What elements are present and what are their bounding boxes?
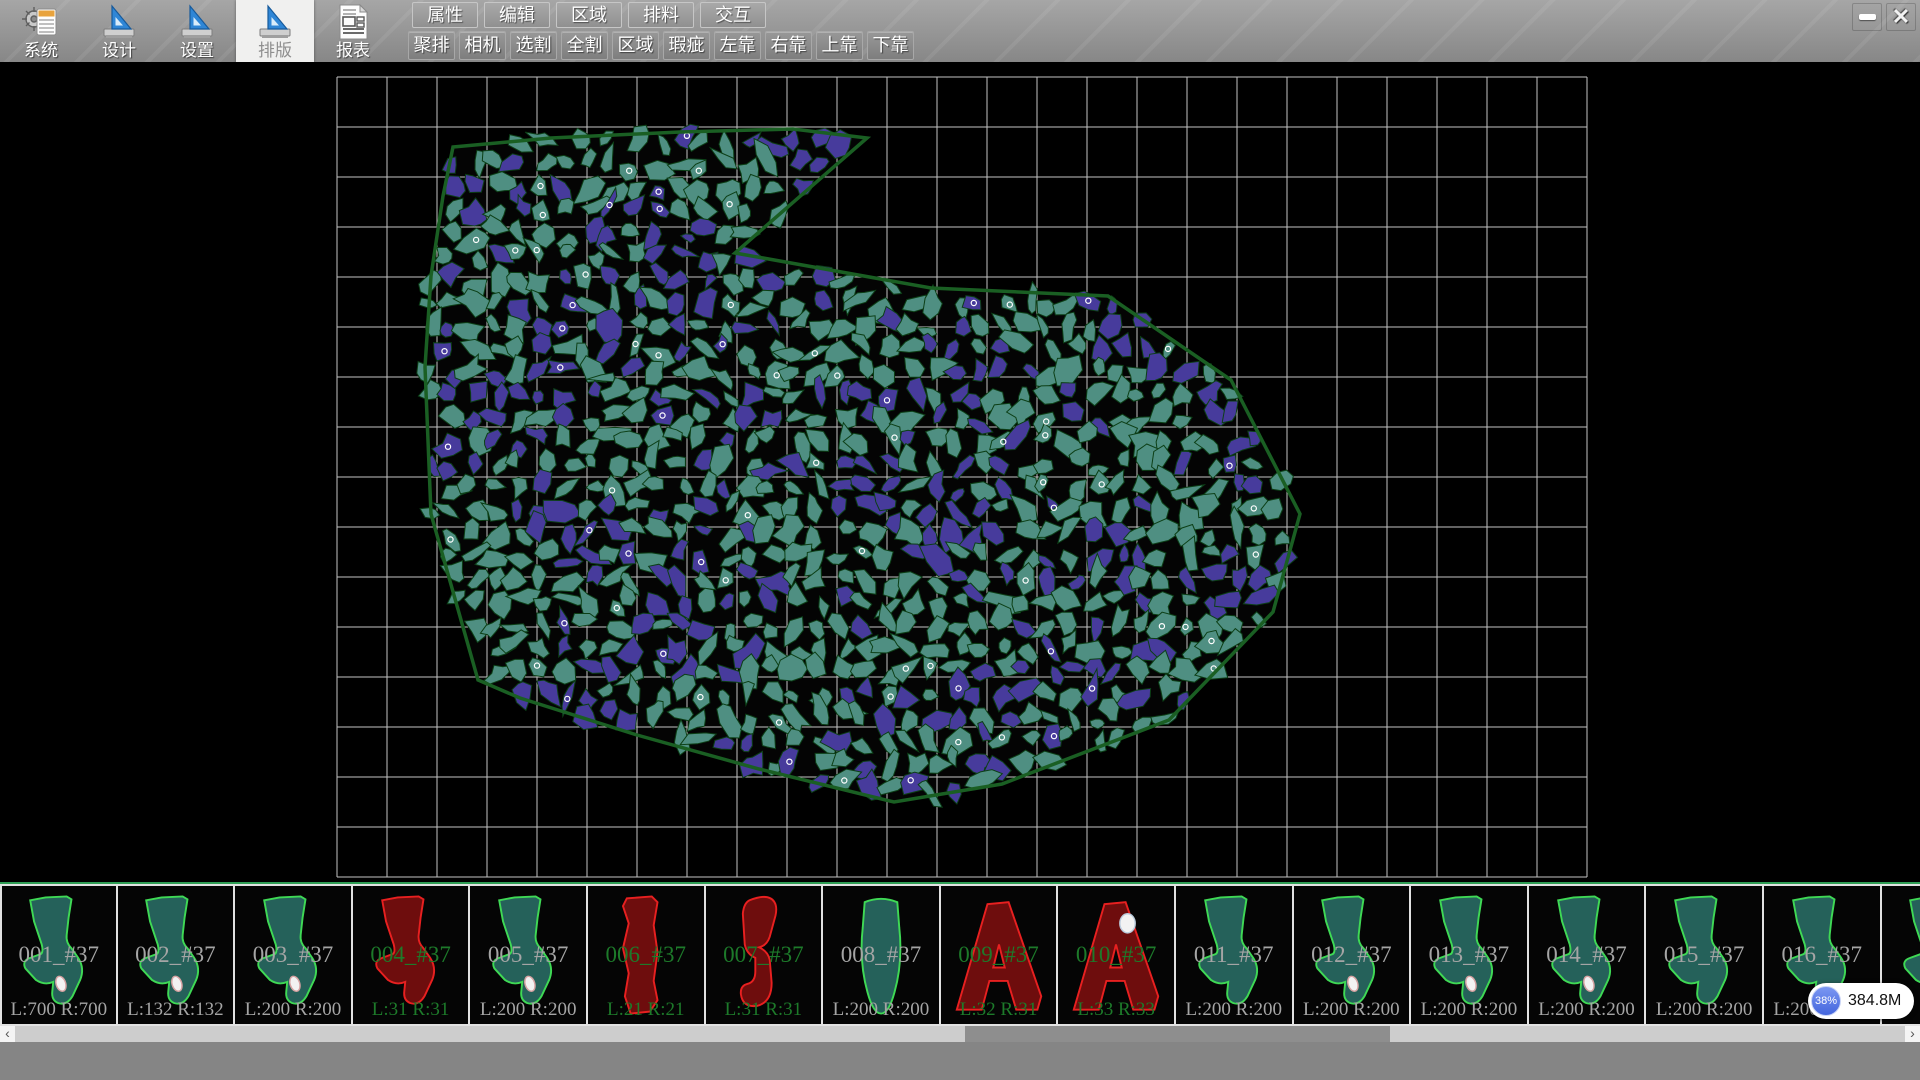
tool-button-row: 聚排相机选割全割区域瑕疵左靠右靠上靠下靠 bbox=[408, 31, 914, 60]
piece-id-label: 007_#37 bbox=[706, 942, 822, 968]
tool-button-9[interactable]: 上靠 bbox=[816, 31, 863, 60]
piece-thumbnail-001_#37[interactable]: 001_#37 L:700 R:700 bbox=[0, 886, 118, 1024]
scroll-left-arrow[interactable]: ‹ bbox=[0, 1026, 15, 1042]
application-window: 系统设计设置排版报表 属性编辑区域排料交互 聚排相机选割全割区域瑕疵左靠右靠上靠… bbox=[0, 0, 1920, 1080]
tool-button-5[interactable]: 区域 bbox=[612, 31, 659, 60]
app-button-label: 设计 bbox=[102, 42, 136, 60]
menu-item-3[interactable]: 区域 bbox=[556, 2, 622, 28]
app-button-label: 设置 bbox=[180, 42, 214, 60]
app-button-report[interactable]: 报表 bbox=[314, 0, 392, 62]
app-button-system[interactable]: 系统 bbox=[2, 0, 80, 62]
piece-thumbnail-008_#37[interactable]: 008_#37 L:200 R:200 bbox=[823, 886, 941, 1024]
minimize-button[interactable] bbox=[1852, 3, 1882, 31]
system-gear-icon bbox=[21, 2, 61, 42]
close-icon: ✕ bbox=[1892, 4, 1910, 30]
piece-thumbnail-010_#37[interactable]: 010_#37 L:33 R:33 bbox=[1058, 886, 1176, 1024]
horizontal-scrollbar[interactable]: ‹ › bbox=[0, 1026, 1920, 1042]
nesting-canvas[interactable] bbox=[0, 62, 1920, 882]
piece-thumbnail-005_#37[interactable]: 005_#37 L:200 R:200 bbox=[470, 886, 588, 1024]
piece-thumbnail-002_#37[interactable]: 002_#37 L:132 R:132 bbox=[118, 886, 236, 1024]
app-button-label: 报表 bbox=[336, 42, 370, 60]
piece-count-label: L:200 R:200 bbox=[470, 999, 586, 1021]
piece-thumbnail-013_#37[interactable]: 013_#37 L:200 R:200 bbox=[1411, 886, 1529, 1024]
piece-thumbnail-003_#37[interactable]: 003_#37 L:200 R:200 bbox=[235, 886, 353, 1024]
set-square-icon bbox=[255, 2, 295, 42]
tool-button-7[interactable]: 左靠 bbox=[714, 31, 761, 60]
piece-thumbnail-004_#37[interactable]: 004_#37 L:31 R:31 bbox=[353, 886, 471, 1024]
piece-count-label: L:32 R:31 bbox=[941, 999, 1057, 1021]
piece-id-label: 011_#37 bbox=[1176, 942, 1292, 968]
tool-button-3[interactable]: 选割 bbox=[510, 31, 557, 60]
piece-thumbnail-015_#37[interactable]: 015_#37 L:200 R:200 bbox=[1646, 886, 1764, 1024]
menu-bar: 属性编辑区域排料交互 bbox=[412, 2, 766, 28]
minimize-icon bbox=[1859, 14, 1876, 20]
piece-id-label: 009_#37 bbox=[941, 942, 1057, 968]
piece-id-label: 014_#37 bbox=[1529, 942, 1645, 968]
app-button-label: 系统 bbox=[24, 42, 58, 60]
tool-button-6[interactable]: 瑕疵 bbox=[663, 31, 710, 60]
piece-thumbnail-006_#37[interactable]: 006_#37 L:21 R:21 bbox=[588, 886, 706, 1024]
piece-count-label: L:21 R:21 bbox=[588, 999, 704, 1021]
tool-button-1[interactable]: 聚排 bbox=[408, 31, 455, 60]
piece-thumbnail-009_#37[interactable]: 009_#37 L:32 R:31 bbox=[941, 886, 1059, 1024]
piece-count-label: L:200 R:200 bbox=[1294, 999, 1410, 1021]
menu-item-5[interactable]: 交互 bbox=[700, 2, 766, 28]
piece-count-label: L:200 R:200 bbox=[823, 999, 939, 1021]
piece-count-label: L:200 R:200 bbox=[1176, 999, 1292, 1021]
memory-usage-value: 384.8M bbox=[1848, 992, 1901, 1010]
app-mode-buttons: 系统 设计 设置 排版 报表 bbox=[2, 0, 392, 62]
piece-id-label: 002_#37 bbox=[118, 942, 234, 968]
piece-count-label: L:200 R:200 bbox=[1529, 999, 1645, 1021]
piece-thumbnail-list: 001_#37L:700 R:700002_#37L:132 R:132003_… bbox=[0, 884, 1920, 1026]
tool-button-4[interactable]: 全割 bbox=[561, 31, 608, 60]
piece-id-label: 0 bbox=[1882, 942, 1920, 968]
tool-button-2[interactable]: 相机 bbox=[459, 31, 506, 60]
piece-count-label: L:200 R:200 bbox=[1646, 999, 1762, 1021]
piece-id-label: 010_#37 bbox=[1058, 942, 1174, 968]
app-button-label: 排版 bbox=[258, 42, 292, 60]
piece-thumbnail-014_#37[interactable]: 014_#37 L:200 R:200 bbox=[1529, 886, 1647, 1024]
piece-thumbnail-012_#37[interactable]: 012_#37 L:200 R:200 bbox=[1294, 886, 1412, 1024]
piece-thumbnail-011_#37[interactable]: 011_#37 L:200 R:200 bbox=[1176, 886, 1294, 1024]
app-button-nesting[interactable]: 排版 bbox=[236, 0, 314, 62]
piece-id-label: 015_#37 bbox=[1646, 942, 1762, 968]
piece-id-label: 004_#37 bbox=[353, 942, 469, 968]
piece-strip: 001_#37L:700 R:700002_#37L:132 R:132003_… bbox=[0, 882, 1920, 1026]
scrollbar-thumb[interactable] bbox=[965, 1026, 1390, 1042]
main-toolbar: 系统设计设置排版报表 属性编辑区域排料交互 聚排相机选割全割区域瑕疵左靠右靠上靠… bbox=[0, 0, 1920, 62]
menu-item-2[interactable]: 编辑 bbox=[484, 2, 550, 28]
menu-item-1[interactable]: 属性 bbox=[412, 2, 478, 28]
status-bar bbox=[0, 1042, 1920, 1080]
tool-button-10[interactable]: 下靠 bbox=[867, 31, 914, 60]
piece-count-label: L:200 R:200 bbox=[235, 999, 351, 1021]
piece-count-label: L:200 R:200 bbox=[1411, 999, 1527, 1021]
piece-thumbnail-007_#37[interactable]: 007_#37 L:31 R:31 bbox=[706, 886, 824, 1024]
tool-button-8[interactable]: 右靠 bbox=[765, 31, 812, 60]
scroll-right-arrow[interactable]: › bbox=[1905, 1026, 1920, 1042]
piece-count-label: L:33 R:33 bbox=[1058, 999, 1174, 1021]
piece-count-label: L:132 R:132 bbox=[118, 999, 234, 1021]
piece-id-label: 003_#37 bbox=[235, 942, 351, 968]
set-square-icon bbox=[99, 2, 139, 42]
report-document-icon bbox=[333, 2, 373, 42]
menu-item-4[interactable]: 排料 bbox=[628, 2, 694, 28]
piece-id-label: 016_#37 bbox=[1764, 942, 1880, 968]
piece-id-label: 005_#37 bbox=[470, 942, 586, 968]
app-button-setup[interactable]: 设置 bbox=[158, 0, 236, 62]
piece-id-label: 013_#37 bbox=[1411, 942, 1527, 968]
piece-count-label: L:31 R:31 bbox=[706, 999, 822, 1021]
app-button-design[interactable]: 设计 bbox=[80, 0, 158, 62]
canvas-svg bbox=[0, 62, 1920, 882]
piece-id-label: 008_#37 bbox=[823, 942, 939, 968]
piece-id-label: 012_#37 bbox=[1294, 942, 1410, 968]
piece-id-label: 006_#37 bbox=[588, 942, 704, 968]
set-square-icon bbox=[177, 2, 217, 42]
piece-id-label: 001_#37 bbox=[2, 942, 116, 968]
window-controls: ✕ bbox=[1852, 3, 1916, 31]
piece-count-label: L:700 R:700 bbox=[2, 999, 116, 1021]
close-button[interactable]: ✕ bbox=[1886, 3, 1916, 31]
memory-progress-badge: 38% 384.8M bbox=[1808, 983, 1914, 1019]
progress-circle: 38% bbox=[1811, 986, 1841, 1016]
piece-count-label: L:31 R:31 bbox=[353, 999, 469, 1021]
